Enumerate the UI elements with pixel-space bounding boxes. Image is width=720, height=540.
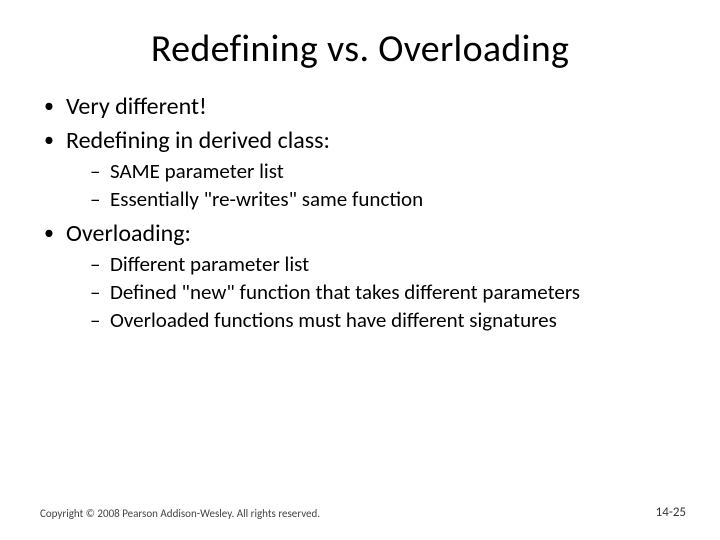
bullet-text: Overloaded functions must have different…	[110, 307, 557, 333]
bullet-list: Very different! Redefining in derived cl…	[40, 92, 680, 333]
slide-body: Very different! Redefining in derived cl…	[0, 82, 720, 333]
sub-bullet-list: SAME parameter list Essentially "re-writ…	[66, 158, 680, 213]
list-item: SAME parameter list	[88, 158, 680, 184]
bullet-text: Redefining in derived class:	[66, 126, 330, 155]
bullet-text: Very different!	[66, 92, 207, 121]
list-item: Redefining in derived class: SAME parame…	[40, 126, 680, 213]
bullet-text: Essentially "re-writes" same function	[110, 186, 423, 212]
slide: Redefining vs. Overloading Very differen…	[0, 0, 720, 540]
slide-title: Redefining vs. Overloading	[0, 0, 720, 82]
list-item: Essentially "re-writes" same function	[88, 186, 680, 212]
list-item: Different parameter list	[88, 251, 680, 277]
bullet-text: Defined "new" function that takes differ…	[110, 279, 580, 305]
footer-page-number: 14-25	[656, 505, 686, 520]
bullet-text: SAME parameter list	[110, 158, 284, 184]
bullet-text: Different parameter list	[110, 251, 309, 277]
footer-copyright: Copyright © 2008 Pearson Addison-Wesley.…	[40, 507, 320, 520]
list-item: Overloaded functions must have different…	[88, 307, 680, 333]
bullet-text: Overloading:	[66, 219, 191, 248]
list-item: Overloading: Different parameter list De…	[40, 219, 680, 334]
list-item: Very different!	[40, 92, 680, 122]
list-item: Defined "new" function that takes differ…	[88, 279, 680, 305]
sub-bullet-list: Different parameter list Defined "new" f…	[66, 251, 680, 334]
